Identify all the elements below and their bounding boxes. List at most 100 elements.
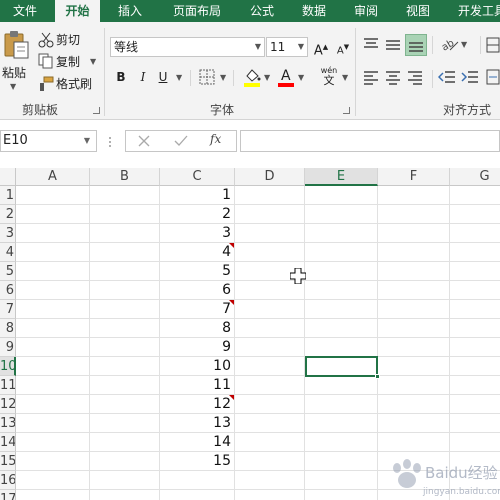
- row-header-5[interactable]: 5: [0, 262, 16, 281]
- row-header-12[interactable]: 12: [0, 395, 16, 414]
- decrease-indent-icon[interactable]: [437, 69, 456, 85]
- cell-c14[interactable]: 14: [160, 433, 235, 452]
- column-header-g[interactable]: G: [450, 168, 500, 186]
- row-header-2[interactable]: 2: [0, 205, 16, 224]
- phonetic-guide-icon[interactable]: wén 文: [318, 66, 340, 90]
- row-header-17[interactable]: 17: [0, 490, 16, 500]
- comment-indicator-icon[interactable]: [229, 300, 234, 305]
- align-middle-icon[interactable]: [384, 36, 402, 52]
- borders-icon[interactable]: [199, 69, 215, 85]
- bold-button[interactable]: B: [111, 67, 131, 87]
- align-bottom-icon[interactable]: [405, 34, 427, 56]
- cell-c13[interactable]: 13: [160, 414, 235, 433]
- row-header-6[interactable]: 6: [0, 281, 16, 300]
- row-header-16[interactable]: 16: [0, 471, 16, 490]
- column-header-b[interactable]: B: [90, 168, 160, 186]
- active-cell-selection[interactable]: [305, 356, 378, 377]
- copy-dropdown-icon[interactable]: ▼: [90, 57, 96, 66]
- comment-indicator-icon[interactable]: [229, 395, 234, 400]
- row-header-8[interactable]: 8: [0, 319, 16, 338]
- column-header-e[interactable]: E: [305, 168, 378, 186]
- font-color-dropdown-icon[interactable]: ▼: [298, 73, 304, 82]
- resize-handle-icon[interactable]: [108, 136, 112, 148]
- paste-button[interactable]: 粘贴: [2, 64, 26, 82]
- tab-developer[interactable]: 开发工具: [450, 0, 500, 22]
- shrink-font-button[interactable]: A▼: [333, 37, 353, 57]
- name-box[interactable]: E10 ▼: [0, 130, 97, 152]
- row-header-15[interactable]: 15: [0, 452, 16, 471]
- row-header-10[interactable]: 10: [0, 357, 16, 376]
- italic-button[interactable]: I: [133, 67, 153, 87]
- row-header-7[interactable]: 7: [0, 300, 16, 319]
- tab-data[interactable]: 数据: [292, 0, 336, 22]
- tab-insert[interactable]: 插入: [108, 0, 152, 22]
- row-header-3[interactable]: 3: [0, 224, 16, 243]
- row-header-9[interactable]: 9: [0, 338, 16, 357]
- underline-button[interactable]: U: [153, 67, 173, 87]
- row-header-13[interactable]: 13: [0, 414, 16, 433]
- tab-formulas[interactable]: 公式: [240, 0, 284, 22]
- phonetic-dropdown-icon[interactable]: ▼: [342, 73, 348, 82]
- insert-function-button[interactable]: fx: [210, 132, 221, 146]
- clipboard-launcher-icon[interactable]: [93, 107, 100, 114]
- orientation-icon[interactable]: ab: [440, 34, 460, 54]
- font-size-select[interactable]: 11 ▼: [266, 37, 308, 57]
- grow-font-button[interactable]: A▲: [311, 37, 331, 58]
- row-header-11[interactable]: 11: [0, 376, 16, 395]
- orientation-dropdown-icon[interactable]: ▼: [461, 40, 467, 49]
- cut-button[interactable]: 剪切: [56, 31, 80, 49]
- cell-c4[interactable]: 4: [160, 243, 235, 262]
- cell-c9[interactable]: 9: [160, 338, 235, 357]
- enter-check-icon[interactable]: [174, 135, 188, 147]
- cell-c15[interactable]: 15: [160, 452, 235, 471]
- tab-page-layout[interactable]: 页面布局: [164, 0, 230, 22]
- cell-c2[interactable]: 2: [160, 205, 235, 224]
- cell-c3[interactable]: 3: [160, 224, 235, 243]
- comment-indicator-icon[interactable]: [229, 243, 234, 248]
- select-all-corner[interactable]: [0, 168, 16, 186]
- align-left-icon[interactable]: [362, 69, 380, 85]
- cell-c10[interactable]: 10: [160, 357, 235, 376]
- fill-color-icon[interactable]: [243, 66, 261, 88]
- cell-c12[interactable]: 12: [160, 395, 235, 414]
- paste-icon[interactable]: [2, 30, 30, 60]
- copy-button[interactable]: 复制: [56, 53, 80, 71]
- fill-color-dropdown-icon[interactable]: ▼: [264, 73, 270, 82]
- row-header-14[interactable]: 14: [0, 433, 16, 452]
- font-name-select[interactable]: 等线 ▼: [110, 37, 265, 57]
- font-launcher-icon[interactable]: [343, 107, 350, 114]
- row-header-1[interactable]: 1: [0, 186, 16, 205]
- column-header-a[interactable]: A: [16, 168, 90, 186]
- format-painter-button[interactable]: 格式刷: [56, 75, 92, 93]
- column-header-c[interactable]: C: [160, 168, 235, 186]
- paste-dropdown-icon[interactable]: ▼: [10, 82, 16, 91]
- align-top-icon[interactable]: [362, 36, 380, 52]
- cell-c5[interactable]: 5: [160, 262, 235, 281]
- clipboard-group-label: 剪贴板: [22, 103, 59, 117]
- fill-handle[interactable]: [375, 374, 380, 379]
- tab-home[interactable]: 开始: [55, 0, 100, 23]
- borders-dropdown-icon[interactable]: ▼: [220, 73, 226, 82]
- cell-c11[interactable]: 11: [160, 376, 235, 395]
- worksheet-grid[interactable]: ABCDEFG 1 2 3 4 5 6 7 8 9 10 11 12 13 14 15 16 17 123456…: [0, 168, 500, 500]
- font-color-icon[interactable]: A: [277, 66, 295, 88]
- tab-review[interactable]: 审阅: [344, 0, 388, 22]
- tab-view[interactable]: 视图: [396, 0, 440, 22]
- formula-input[interactable]: [240, 130, 500, 152]
- tab-file[interactable]: 文件: [0, 0, 50, 22]
- cell-c7[interactable]: 7: [160, 300, 235, 319]
- column-gridline: [449, 186, 450, 500]
- align-right-icon[interactable]: [406, 69, 424, 85]
- underline-dropdown-icon[interactable]: ▼: [176, 73, 182, 82]
- column-header-d[interactable]: D: [235, 168, 305, 186]
- cancel-icon[interactable]: [138, 135, 150, 147]
- increase-indent-icon[interactable]: [461, 69, 479, 85]
- cell-c1[interactable]: 1: [160, 186, 235, 205]
- merge-center-icon[interactable]: [486, 68, 500, 86]
- align-center-icon[interactable]: [384, 69, 402, 85]
- wrap-text-icon[interactable]: [486, 36, 500, 54]
- cell-c6[interactable]: 6: [160, 281, 235, 300]
- row-header-4[interactable]: 4: [0, 243, 16, 262]
- column-header-f[interactable]: F: [378, 168, 450, 186]
- cell-c8[interactable]: 8: [160, 319, 235, 338]
